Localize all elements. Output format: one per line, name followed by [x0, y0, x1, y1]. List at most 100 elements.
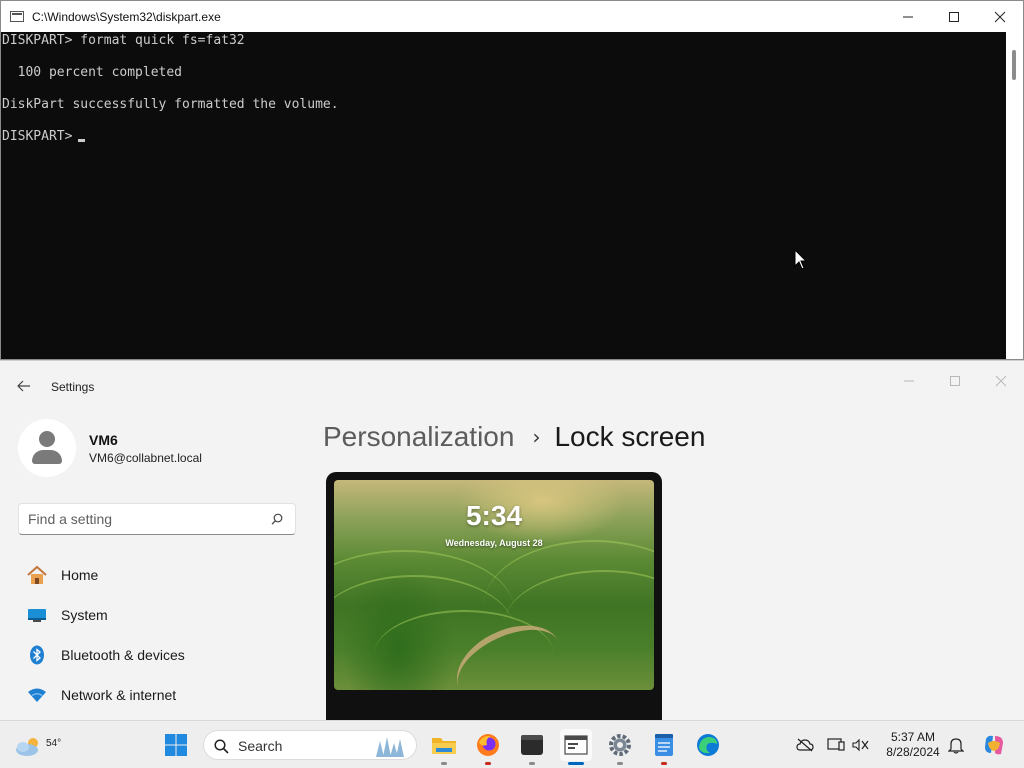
running-indicator: [485, 762, 491, 765]
nav-label: Home: [61, 567, 99, 583]
close-button[interactable]: [978, 365, 1024, 396]
taskbar-edge[interactable]: [692, 729, 724, 761]
console-window-controls: [885, 1, 1023, 32]
minimize-button[interactable]: [885, 1, 931, 32]
taskbar-clock[interactable]: 5:37 AM 8/28/2024: [880, 730, 946, 760]
nav-label: System: [61, 607, 108, 623]
console-window-title: C:\Windows\System32\diskpart.exe: [32, 9, 221, 24]
scrollbar-thumb[interactable]: [1012, 50, 1016, 80]
taskbar: 54° Search 5:37 AM 8/28/2024: [0, 720, 1024, 768]
back-arrow-icon: [17, 380, 30, 392]
user-profile[interactable]: VM6 VM6@collabnet.local: [18, 419, 202, 477]
minimize-button[interactable]: [886, 365, 932, 396]
onedrive-offline-icon[interactable]: [796, 736, 814, 754]
nav-item-home[interactable]: Home: [18, 555, 296, 595]
running-indicator: [617, 762, 623, 765]
edge-icon: [697, 734, 719, 756]
user-name: VM6: [89, 431, 118, 448]
weather-widget[interactable]: 54°: [14, 729, 61, 761]
network-speaker-icon[interactable]: [852, 736, 870, 754]
windows-start-icon: [165, 734, 187, 756]
running-indicator: [661, 762, 667, 765]
nav-label: Network & internet: [61, 687, 177, 703]
breadcrumb: Personalization › Lock screen: [323, 419, 705, 455]
settings-window-controls: [886, 365, 1024, 396]
settings-gear-icon: [609, 734, 631, 756]
console-output[interactable]: DISKPART> format quick fs=fat32 100 perc…: [2, 32, 1006, 359]
file-explorer-icon: [432, 738, 456, 754]
settings-search-box[interactable]: [18, 503, 296, 535]
diskpart-window[interactable]: C:\Windows\System32\diskpart.exe DISKPAR…: [0, 0, 1024, 360]
page-title: Lock screen: [554, 421, 706, 452]
copilot-icon[interactable]: [982, 733, 1006, 757]
avatar[interactable]: [18, 419, 76, 477]
close-button[interactable]: [977, 1, 1023, 32]
minimize-icon: [904, 380, 914, 381]
taskbar-terminal[interactable]: [516, 729, 548, 765]
minimize-icon: [903, 16, 913, 17]
display-tray-icon[interactable]: [827, 736, 845, 754]
search-highlight-icon: [376, 737, 404, 757]
settings-window-title: Settings: [51, 380, 95, 394]
taskbar-diskpart[interactable]: [560, 729, 592, 765]
console-scrollbar[interactable]: [1006, 32, 1023, 359]
active-indicator: [568, 762, 584, 765]
settings-window[interactable]: Settings VM6 VM6@collabnet.local Find a …: [0, 360, 1024, 720]
settings-search-input[interactable]: [19, 504, 259, 534]
console-line: DiskPart successfully formatted the volu…: [2, 97, 339, 112]
nav-item-bluetooth[interactable]: Bluetooth & devices: [18, 635, 296, 675]
bluetooth-icon: [26, 644, 48, 666]
system-icon: [26, 604, 48, 626]
taskbar-settings[interactable]: [604, 729, 636, 765]
maximize-icon: [950, 375, 960, 386]
taskbar-search-label: Search: [238, 738, 283, 754]
console-prompt-line: DISKPART>: [2, 129, 1006, 145]
maximize-button[interactable]: [932, 365, 978, 396]
close-icon: [994, 11, 1006, 22]
nav-item-system[interactable]: System: [18, 595, 296, 635]
running-indicator: [441, 762, 447, 765]
console-line: DISKPART> format quick fs=fat32: [2, 33, 245, 48]
taskbar-notepad[interactable]: [648, 729, 680, 765]
search-icon[interactable]: [271, 513, 283, 525]
taskbar-search[interactable]: Search: [203, 730, 417, 760]
close-icon: [995, 375, 1007, 386]
lock-screen-time: 5:34: [465, 500, 523, 531]
profile-text: VM6 VM6@collabnet.local: [89, 432, 202, 465]
start-button[interactable]: [160, 729, 192, 761]
maximize-button[interactable]: [931, 1, 977, 32]
user-email: VM6@collabnet.local: [89, 450, 202, 465]
settings-titlebar[interactable]: Settings: [0, 361, 1024, 409]
search-icon: [214, 739, 229, 754]
breadcrumb-parent-link[interactable]: Personalization: [323, 421, 514, 453]
console-prompt: DISKPART>: [2, 129, 73, 144]
avatar-head: [39, 431, 55, 447]
console-line: 100 percent completed: [2, 65, 183, 80]
nav-label: Bluetooth & devices: [61, 647, 185, 663]
lock-screen-preview: 5:34 Wednesday, August 28: [326, 472, 662, 720]
lock-screen-date: Wednesday, August 28: [445, 538, 543, 548]
taskbar-firefox[interactable]: [472, 729, 504, 765]
lock-screen-wallpaper: 5:34 Wednesday, August 28: [334, 480, 654, 690]
firefox-icon: [477, 734, 499, 756]
console-titlebar[interactable]: C:\Windows\System32\diskpart.exe: [1, 1, 1023, 32]
weather-cloud-icon: [16, 738, 38, 756]
terminal-icon: [521, 735, 543, 755]
maximize-icon: [949, 11, 959, 22]
breadcrumb-separator: ›: [532, 425, 541, 449]
back-button[interactable]: [12, 375, 36, 397]
notepad-icon: [655, 734, 673, 756]
diskpart-icon: [564, 735, 588, 755]
home-icon: [26, 564, 48, 586]
weather-temperature: 54°: [46, 738, 62, 749]
wifi-icon: [26, 684, 48, 706]
clock-date: 8/28/2024: [886, 745, 940, 759]
clock-time: 5:37 AM: [890, 730, 936, 744]
nav-item-network[interactable]: Network & internet: [18, 675, 296, 715]
taskbar-file-explorer[interactable]: [428, 729, 460, 765]
avatar-body: [32, 450, 62, 464]
notification-bell-icon[interactable]: [947, 736, 965, 754]
mouse-pointer-icon: [794, 249, 808, 270]
